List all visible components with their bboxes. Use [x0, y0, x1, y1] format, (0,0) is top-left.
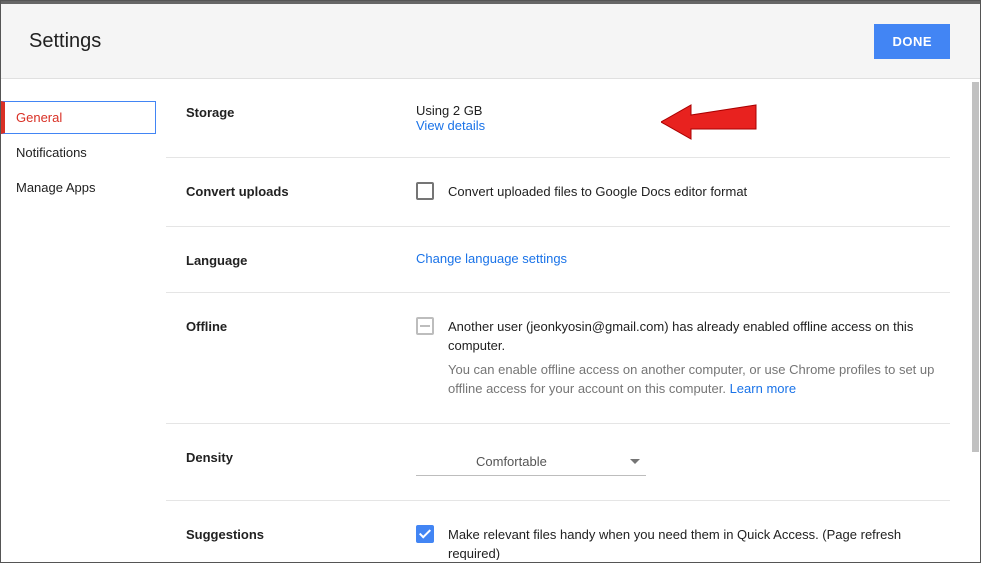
change-language-link[interactable]: Change language settings — [416, 251, 567, 266]
offline-learn-more-link[interactable]: Learn more — [730, 381, 796, 396]
row-convert-uploads: Convert uploads Convert uploaded files t… — [166, 157, 950, 226]
page-title: Settings — [29, 30, 101, 53]
row-offline: Offline Another user (jeonkyosin@gmail.c… — [166, 292, 950, 423]
suggestions-checkbox-text: Make relevant files handy when you need … — [448, 525, 950, 561]
storage-value: Using 2 GB View details — [416, 103, 950, 133]
settings-sidebar: General Notifications Manage Apps — [1, 79, 156, 560]
convert-uploads-label: Convert uploads — [166, 182, 416, 202]
suggestions-checkbox[interactable] — [416, 525, 434, 543]
offline-checkbox — [416, 317, 434, 335]
row-storage: Storage Using 2 GB View details — [166, 79, 950, 157]
suggestions-label: Suggestions — [166, 525, 416, 561]
chevron-down-icon — [630, 459, 640, 464]
row-language: Language Change language settings — [166, 226, 950, 292]
density-label: Density — [166, 448, 416, 476]
view-details-link[interactable]: View details — [416, 118, 485, 133]
density-select[interactable]: Comfortable — [416, 448, 646, 476]
offline-note-text: You can enable offline access on another… — [448, 362, 934, 397]
storage-label: Storage — [166, 103, 416, 133]
language-label: Language — [166, 251, 416, 268]
row-density: Density Comfortable — [166, 423, 950, 500]
scrollbar-thumb[interactable] — [972, 82, 979, 452]
storage-usage-text: Using 2 GB — [416, 103, 950, 118]
sidebar-tab-notifications[interactable]: Notifications — [1, 136, 156, 169]
offline-note: You can enable offline access on another… — [448, 360, 950, 399]
settings-body: General Notifications Manage Apps Storag… — [1, 79, 980, 560]
settings-content: Storage Using 2 GB View details Convert … — [156, 79, 980, 560]
sidebar-tab-general[interactable]: General — [1, 101, 156, 134]
offline-primary-text: Another user (jeonkyosin@gmail.com) has … — [448, 317, 950, 356]
density-selected-value: Comfortable — [476, 454, 547, 469]
settings-header: Settings DONE — [1, 1, 980, 79]
convert-uploads-checkbox[interactable] — [416, 182, 434, 200]
sidebar-tab-manage-apps[interactable]: Manage Apps — [1, 171, 156, 204]
offline-label: Offline — [166, 317, 416, 399]
done-button[interactable]: DONE — [874, 24, 950, 59]
convert-uploads-checkbox-text: Convert uploaded files to Google Docs ed… — [448, 182, 950, 202]
row-suggestions: Suggestions Make relevant files handy wh… — [166, 500, 950, 561]
